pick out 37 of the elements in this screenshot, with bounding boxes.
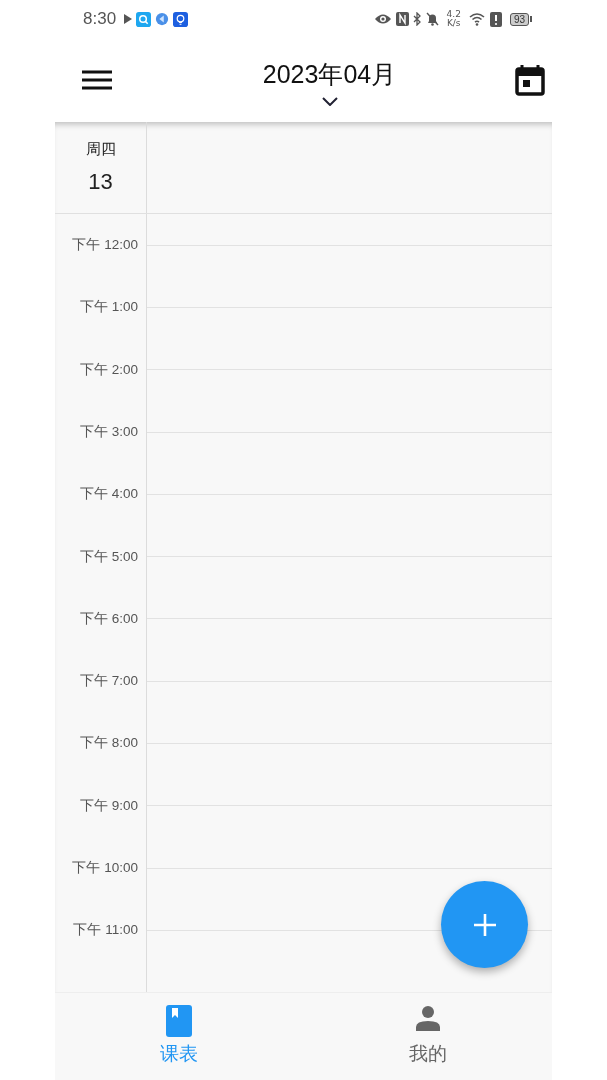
bell-off-icon — [425, 12, 439, 26]
calendar-icon[interactable] — [515, 64, 545, 96]
person-icon — [414, 1005, 441, 1031]
time-label: 下午 4:00 — [79, 485, 138, 504]
time-label: 下午 9:00 — [79, 796, 138, 815]
time-label: 下午 8:00 — [79, 734, 138, 753]
wifi-icon — [468, 12, 486, 26]
time-label: 下午 2:00 — [79, 360, 138, 379]
eye-icon — [373, 13, 392, 25]
date-label: 13 — [88, 167, 113, 196]
time-label: 下午 6:00 — [79, 609, 138, 628]
time-label: 下午 12:00 — [72, 236, 138, 254]
nav-tab[interactable]: 我的 — [398, 993, 457, 1080]
network-speed: 4.2 K/s — [446, 10, 461, 28]
time-label: 下午 1:00 — [79, 298, 138, 317]
nfc-icon — [395, 12, 409, 26]
browser-app-icon — [155, 12, 170, 26]
battery-indicator: 93 — [509, 12, 532, 26]
nav-tab[interactable]: 课表 — [150, 993, 209, 1080]
time-label: 下午 7:00 — [79, 672, 138, 691]
bulb-app-icon — [173, 11, 189, 27]
chevron-down-icon[interactable] — [321, 96, 338, 106]
time-label: 下午 10:00 — [72, 859, 138, 877]
search-app-icon — [136, 11, 152, 27]
month-title[interactable]: 2023年04月 — [262, 58, 397, 89]
time-label: 下午 5:00 — [79, 547, 138, 566]
menu-icon[interactable] — [82, 69, 112, 91]
play-icon — [124, 14, 133, 24]
time-label: 下午 11:00 — [73, 921, 138, 940]
status-time: 8:30 — [83, 8, 117, 31]
weekday-label: 周四 — [85, 139, 116, 160]
add-button[interactable] — [441, 881, 528, 968]
alert-icon — [489, 11, 502, 27]
time-label: 下午 3:00 — [79, 422, 138, 441]
plus-icon — [472, 912, 497, 937]
book-icon — [166, 1005, 193, 1037]
bluetooth-icon — [412, 12, 422, 26]
